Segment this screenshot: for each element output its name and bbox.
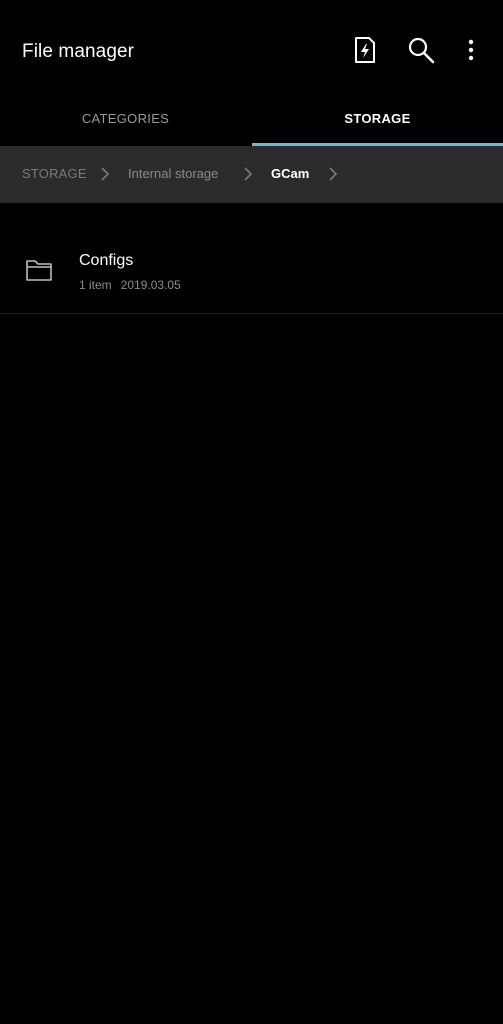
folder-name: Configs: [79, 252, 134, 269]
folder-icon: [26, 260, 52, 281]
tab-categories[interactable]: CATEGORIES: [0, 92, 251, 144]
breadcrumb-internal-storage[interactable]: Internal storage: [128, 166, 218, 182]
lightning-file-icon[interactable]: [349, 34, 381, 66]
tab-bar: CATEGORIES STORAGE: [0, 92, 503, 146]
item-count: 1 item: [79, 278, 112, 292]
chevron-right-icon: [329, 167, 338, 181]
folder-meta: 1 item 2019.03.05: [79, 277, 181, 293]
breadcrumb-storage[interactable]: STORAGE: [22, 166, 87, 182]
tab-storage[interactable]: STORAGE: [252, 92, 503, 144]
breadcrumb-gcam[interactable]: GCam: [271, 166, 309, 182]
breadcrumb: STORAGE Internal storage GCam: [0, 146, 503, 203]
list-item-folder[interactable]: Configs 1 item 2019.03.05: [0, 231, 503, 313]
search-icon[interactable]: [405, 34, 437, 66]
more-vert-icon[interactable]: [455, 34, 487, 66]
chevron-right-icon: [101, 167, 110, 181]
divider: [0, 313, 503, 314]
chevron-right-icon: [244, 167, 253, 181]
app-title: File manager: [22, 41, 135, 62]
item-date: 2019.03.05: [120, 278, 181, 292]
app-bar: File manager: [0, 0, 503, 92]
